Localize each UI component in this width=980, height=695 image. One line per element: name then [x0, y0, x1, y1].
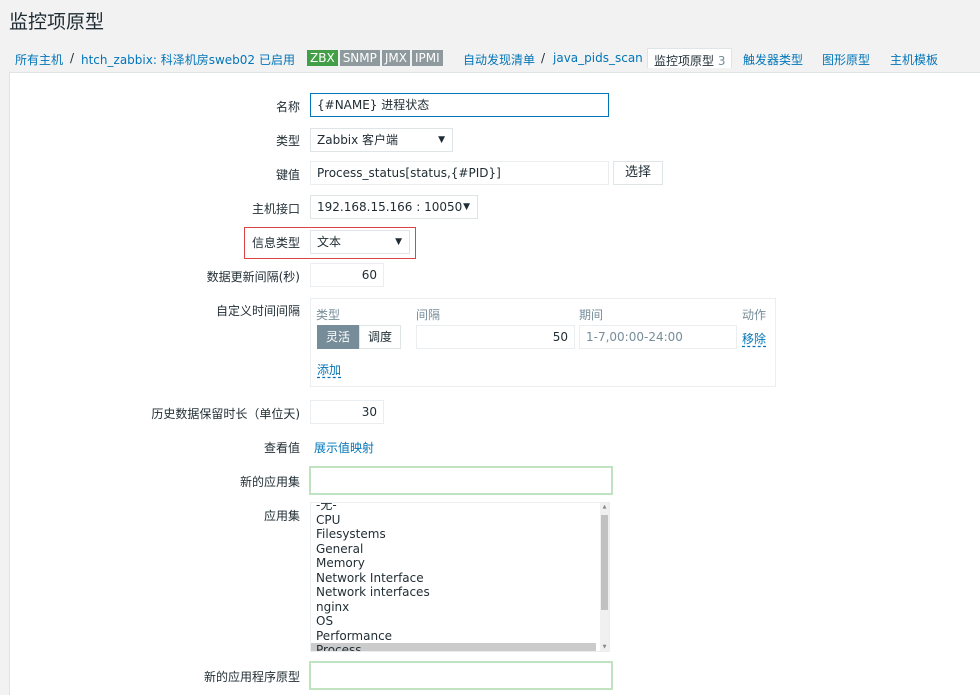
- add-interval-link[interactable]: 添加: [317, 361, 341, 378]
- application-option[interactable]: Filesystems: [311, 527, 596, 542]
- applications-listbox[interactable]: -无- CPU Filesystems General Memory Netwo…: [310, 502, 610, 652]
- availability-badges: ZBX SNMP JMX IPMI: [307, 50, 443, 66]
- col-interval-header: 间隔: [416, 308, 441, 322]
- application-option[interactable]: Performance: [311, 629, 596, 644]
- application-option-selected[interactable]: Process: [311, 643, 596, 651]
- scrollbar-thumb[interactable]: [601, 515, 608, 610]
- tab-item-prototypes-label: 监控项原型: [654, 54, 715, 68]
- applications-scrollbar[interactable]: ▲ ▼: [600, 503, 609, 651]
- application-option[interactable]: Memory: [311, 556, 596, 571]
- nav-host[interactable]: htch_zabbix: 科泽机房sweb02: [81, 51, 255, 68]
- tab-item-prototypes-count: 3: [717, 54, 726, 68]
- nav-discovery-rule[interactable]: java_pids_scan: [553, 51, 643, 65]
- application-option[interactable]: -无-: [311, 503, 596, 513]
- col-type-header: 类型: [316, 308, 341, 322]
- interval-value-input[interactable]: 50: [416, 325, 575, 349]
- scroll-down-icon[interactable]: ▼: [601, 644, 608, 650]
- custom-intervals-label: 自定义时间间隔: [215, 304, 300, 318]
- period-input[interactable]: 1-7,00:00-24:00: [579, 325, 737, 349]
- new-application-input[interactable]: [309, 466, 613, 495]
- applications-label: 应用集: [263, 509, 300, 523]
- show-value-mapping-link[interactable]: 展示值映射: [314, 439, 374, 456]
- badge-jmx: JMX: [381, 50, 410, 66]
- tab-trigger-prototypes[interactable]: 触发器类型: [743, 51, 803, 68]
- breadcrumb-separator: /: [541, 51, 546, 65]
- key-select-button[interactable]: 选择: [613, 161, 663, 185]
- chevron-down-icon: ▼: [463, 202, 470, 212]
- type-label: 类型: [275, 134, 300, 148]
- chevron-down-icon: ▼: [395, 237, 402, 247]
- history-input[interactable]: 30: [310, 400, 384, 424]
- application-option[interactable]: CPU: [311, 513, 596, 528]
- nav-discovery-list[interactable]: 自动发现清单: [463, 51, 535, 68]
- page-title: 监控项原型: [9, 11, 105, 33]
- host-status-enabled[interactable]: 已启用: [259, 51, 295, 68]
- custom-intervals-table: 类型 间隔 期间 动作 灵活 调度 50 1-7,00:00-24:00 移除 …: [310, 298, 776, 387]
- applications-options: -无- CPU Filesystems General Memory Netwo…: [311, 503, 596, 651]
- history-label: 历史数据保留时长（单位天): [151, 407, 300, 421]
- application-option[interactable]: nginx: [311, 600, 596, 615]
- application-option[interactable]: Network Interface: [311, 571, 596, 586]
- tab-graph-prototypes[interactable]: 图形原型: [822, 51, 870, 68]
- flexible-option[interactable]: 灵活: [317, 325, 360, 349]
- update-interval-input[interactable]: 60: [310, 263, 384, 287]
- name-input[interactable]: {#NAME} 进程状态: [310, 93, 609, 117]
- scroll-up-icon[interactable]: ▲: [601, 504, 608, 510]
- key-input[interactable]: Process_status[status,{#PID}]: [310, 161, 609, 185]
- col-period-header: 期间: [579, 308, 604, 322]
- interface-label: 主机接口: [251, 202, 300, 216]
- interval-type-toggle: 灵活 调度: [317, 325, 402, 349]
- badge-snmp: SNMP: [339, 50, 380, 66]
- application-option[interactable]: General: [311, 542, 596, 557]
- col-action-header: 动作: [742, 308, 767, 322]
- interface-select-value: 192.168.15.166 : 10050: [317, 200, 463, 214]
- type-select-value: Zabbix 客户端: [317, 133, 399, 147]
- badge-ipmi: IPMI: [412, 50, 443, 66]
- breadcrumb-nav: 所有主机 / htch_zabbix: 科泽机房sweb02 已启用 ZBX S…: [0, 46, 980, 72]
- chevron-down-icon: ▼: [438, 135, 445, 145]
- application-option[interactable]: OS: [311, 614, 596, 629]
- badge-zbx: ZBX: [307, 50, 338, 66]
- info-type-label: 信息类型: [251, 236, 300, 250]
- info-type-select[interactable]: 文本 ▼: [310, 230, 410, 254]
- scheduling-option[interactable]: 调度: [359, 325, 402, 349]
- key-label: 键值: [275, 168, 300, 182]
- info-type-select-value: 文本: [317, 235, 342, 249]
- tab-host-templates[interactable]: 主机模板: [890, 51, 938, 68]
- application-option[interactable]: Network interfaces: [311, 585, 596, 600]
- show-value-label: 查看值: [263, 441, 300, 455]
- item-prototype-form: 名称 {#NAME} 进程状态 类型 Zabbix 客户端 ▼ 键值 Proce…: [9, 72, 980, 695]
- type-select[interactable]: Zabbix 客户端 ▼: [310, 128, 453, 152]
- new-application-label: 新的应用集: [239, 475, 300, 489]
- interface-select[interactable]: 192.168.15.166 : 10050 ▼: [310, 195, 478, 219]
- new-app-prototype-label: 新的应用程序原型: [203, 670, 300, 684]
- breadcrumb-separator: /: [70, 51, 75, 65]
- update-interval-label: 数据更新间隔(秒): [206, 270, 300, 284]
- new-app-prototype-input[interactable]: [309, 661, 613, 690]
- nav-all-hosts[interactable]: 所有主机: [15, 51, 63, 68]
- name-label: 名称: [275, 100, 300, 114]
- tab-item-prototypes[interactable]: 监控项原型 3: [647, 48, 733, 68]
- remove-interval-link[interactable]: 移除: [742, 330, 766, 347]
